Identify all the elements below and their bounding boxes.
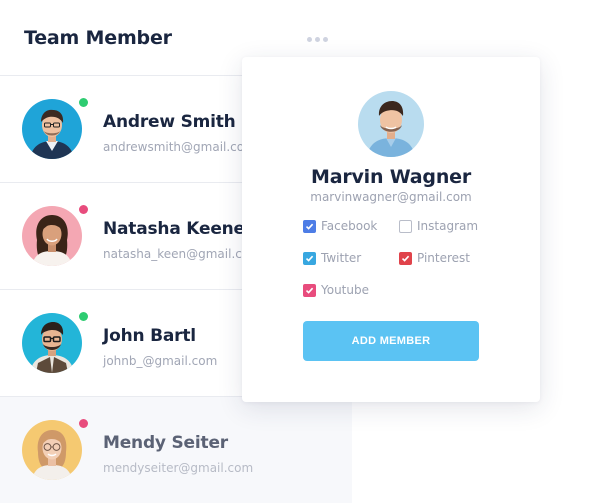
member-email: johnb_@gmail.com <box>103 354 218 368</box>
option-label: Pinterest <box>417 251 471 265</box>
add-member-button[interactable]: ADD MEMBER <box>303 321 479 361</box>
option-label: Twitter <box>321 251 362 265</box>
online-status-dot <box>79 98 88 107</box>
avatar <box>358 91 424 157</box>
member-name: Natasha Keener <box>103 219 254 239</box>
option-label: Youtube <box>321 283 369 297</box>
checkbox-checked-icon[interactable] <box>303 283 316 297</box>
option-facebook[interactable]: Facebook <box>303 219 377 233</box>
option-twitter[interactable]: Twitter <box>303 251 361 265</box>
online-status-dot <box>79 312 88 321</box>
option-youtube[interactable]: Youtube <box>303 283 369 297</box>
profile-name: Marvin Wagner <box>310 166 472 188</box>
option-pinterest[interactable]: Pinterest <box>399 251 470 265</box>
option-label: Facebook <box>321 219 378 233</box>
more-horizontal-icon[interactable] <box>307 35 329 43</box>
member-name: John Bartl <box>103 326 196 346</box>
busy-status-dot <box>79 205 88 214</box>
profile-email: marvinwagner@gmail.com <box>310 190 472 204</box>
member-email: natasha_keen@gmail.com <box>103 247 261 261</box>
member-row-mendy-seiter[interactable]: Mendy Seiter mendyseiter@gmail.com <box>0 396 352 503</box>
avatar <box>22 313 82 373</box>
option-instagram[interactable]: Instagram <box>399 219 478 233</box>
checkbox-unchecked-icon[interactable] <box>399 219 412 233</box>
avatar <box>22 99 82 159</box>
busy-status-dot <box>79 419 88 428</box>
add-member-card: Marvin Wagner marvinwagner@gmail.com Fac… <box>242 57 540 402</box>
member-email: andrewsmith@gmail.com <box>103 140 256 154</box>
member-email: mendyseiter@gmail.com <box>103 461 254 475</box>
avatar <box>22 420 82 480</box>
avatar <box>22 206 82 266</box>
member-name: Mendy Seiter <box>103 433 228 453</box>
checkbox-checked-icon[interactable] <box>399 251 412 265</box>
member-name: Andrew Smith <box>103 112 236 132</box>
page-title: Team Member <box>24 27 172 49</box>
option-label: Instagram <box>417 219 479 233</box>
checkbox-checked-icon[interactable] <box>303 251 316 265</box>
checkbox-checked-icon[interactable] <box>303 219 316 233</box>
